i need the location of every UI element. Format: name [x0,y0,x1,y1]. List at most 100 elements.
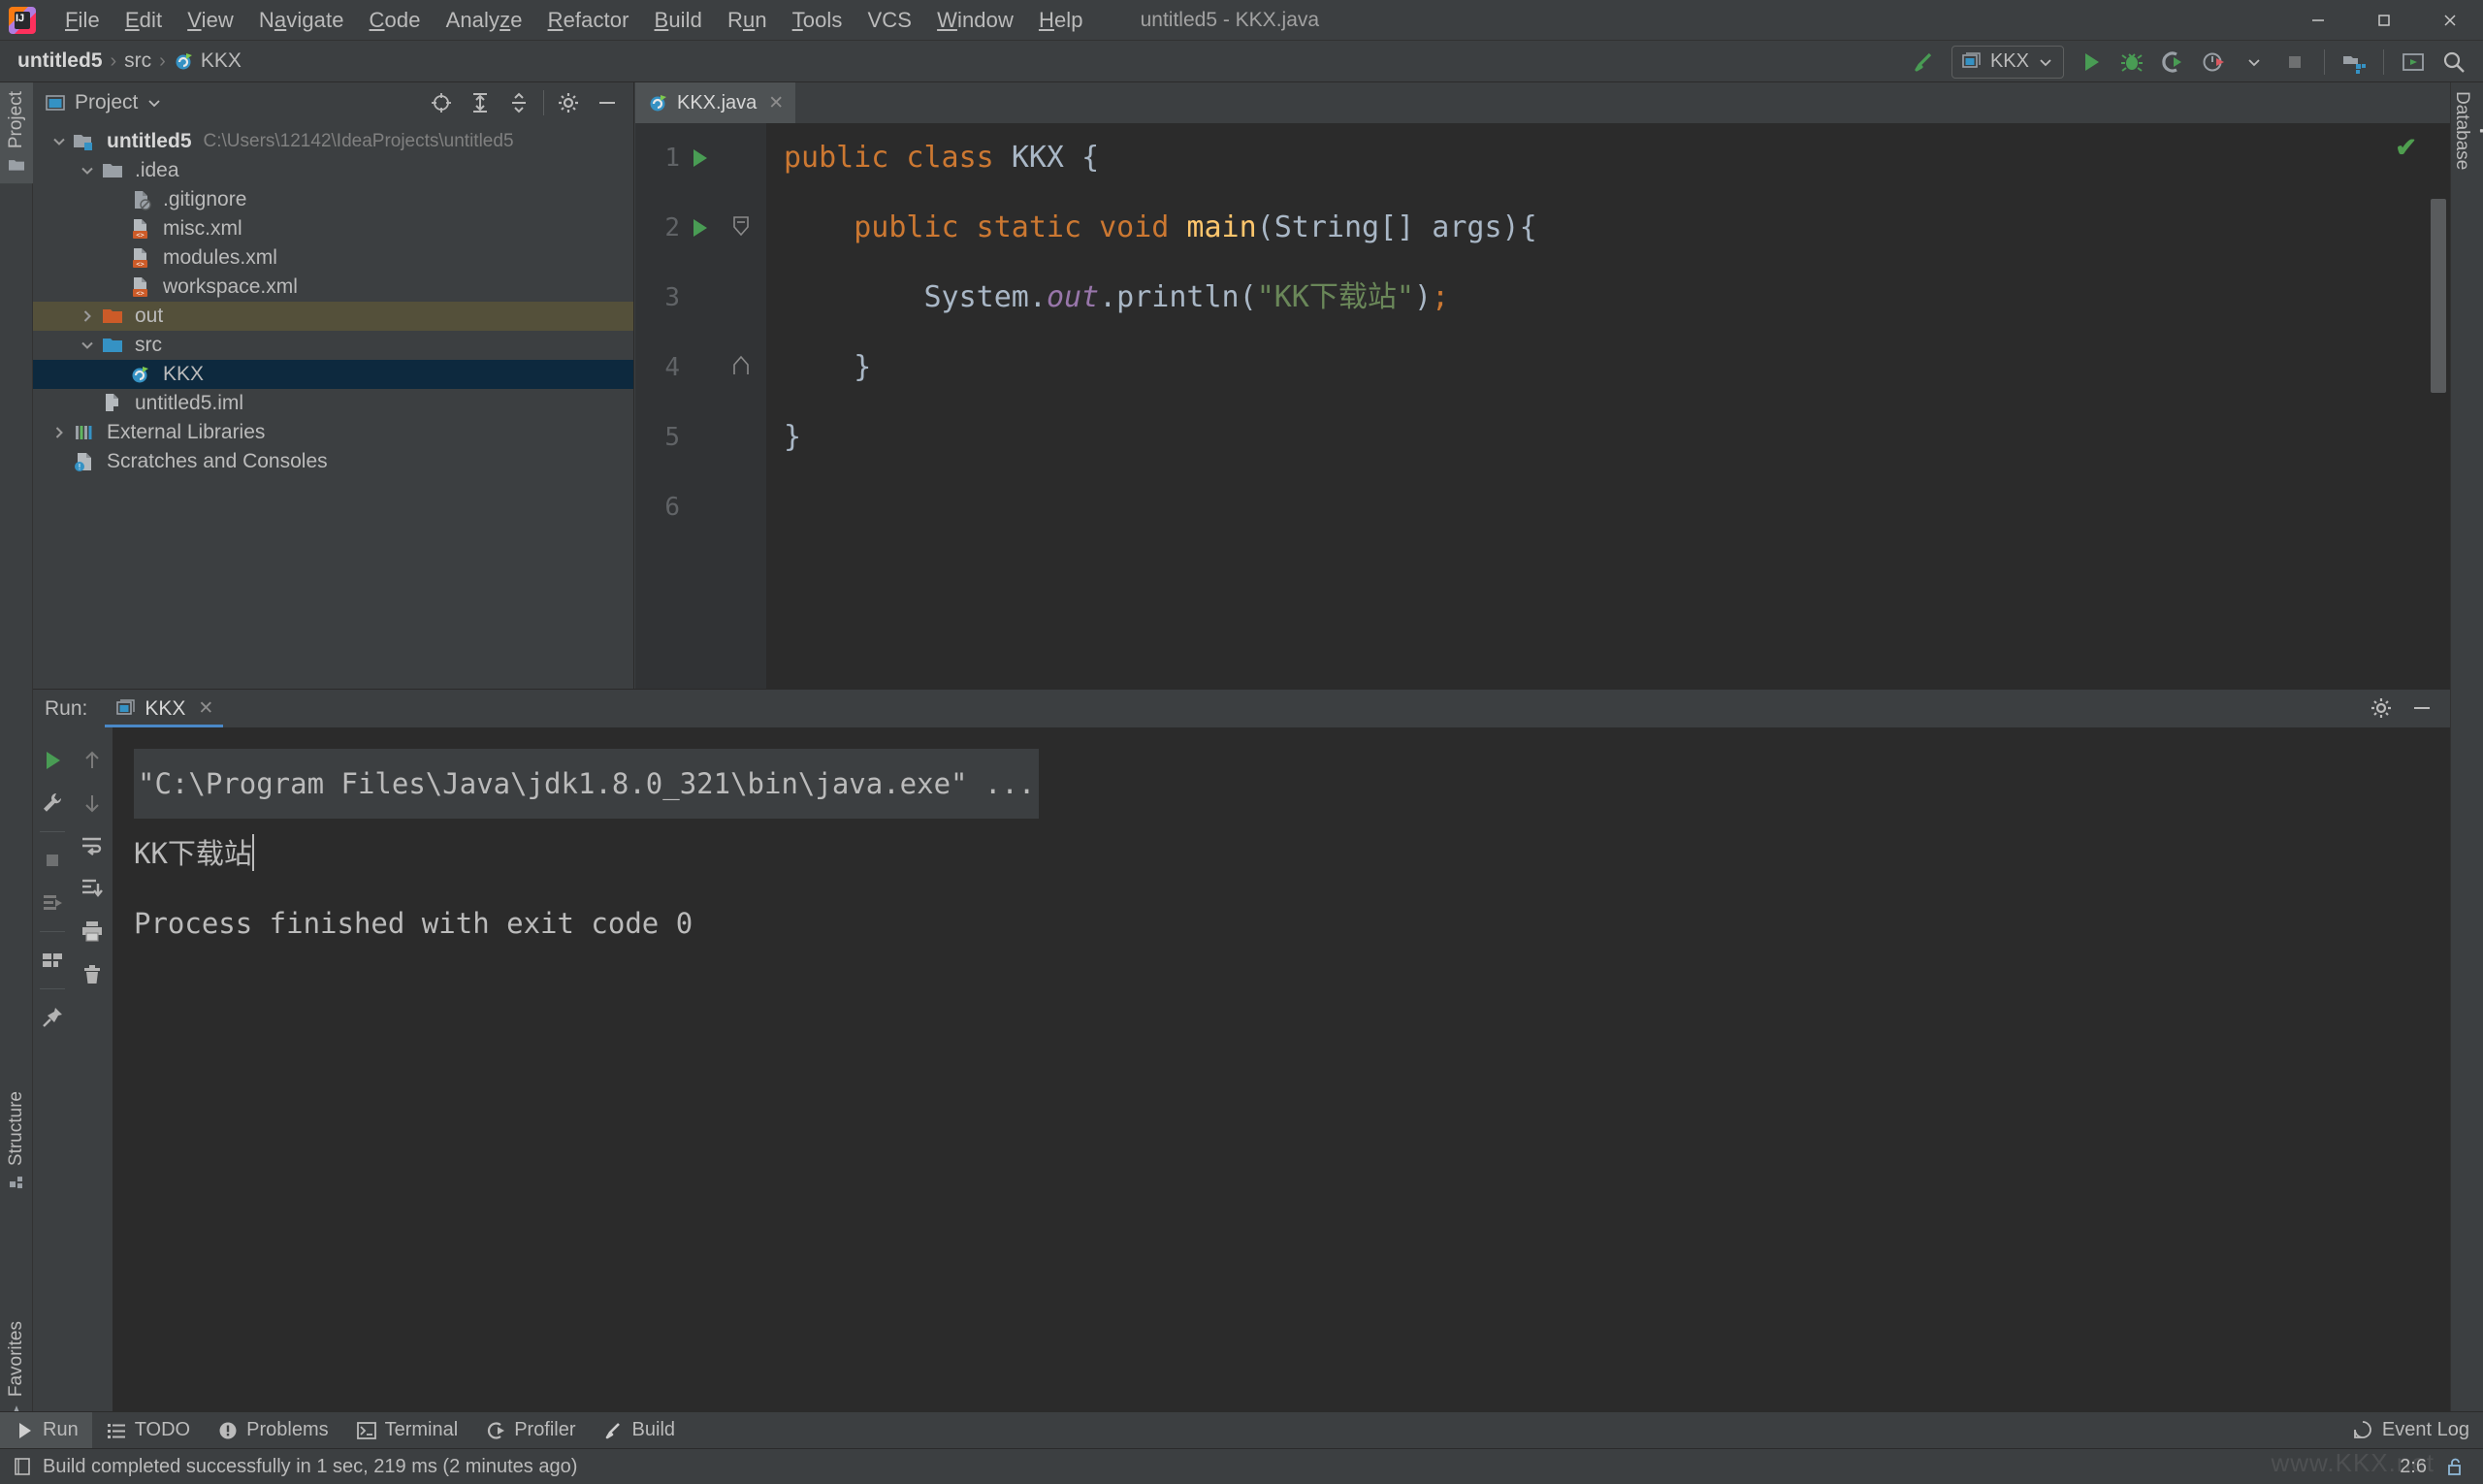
editor-scrollbar-thumb[interactable] [2431,199,2446,393]
project-tree[interactable]: untitled5C:\Users\12142\IdeaProjects\unt… [33,123,633,689]
rerun-icon[interactable] [34,739,71,782]
expand-all-icon[interactable] [462,86,499,119]
menu-item-code[interactable]: Code [357,4,434,37]
editor-gutter[interactable]: 123456 [635,123,766,689]
fold-start-icon[interactable] [719,211,762,244]
chevron-down-icon[interactable] [75,162,100,179]
tree-node-scratches-and-consoles[interactable]: !Scratches and Consoles [33,447,633,476]
run-configuration-selector[interactable]: KKX [1951,46,2064,79]
run-gutter-icon[interactable] [680,215,719,241]
tree-node-out[interactable]: out [33,302,633,331]
scroll-up-icon[interactable] [74,739,111,782]
close-button[interactable] [2417,0,2483,41]
stop-icon[interactable] [34,839,71,882]
gear-icon[interactable] [2363,692,2400,725]
tree-node-misc-xml[interactable]: <>misc.xml [33,214,633,243]
sidebar-tab-database[interactable]: Database [2451,82,2483,178]
search-icon[interactable] [2435,45,2473,80]
chevron-down-icon[interactable] [75,337,100,354]
toolwindow-button-terminal[interactable]: Terminal [342,1412,472,1449]
event-log-button[interactable]: Event Log [2352,1419,2469,1441]
tree-node-untitled5-iml[interactable]: untitled5.iml [33,389,633,418]
code-editor[interactable]: 123456 public class KKX { public static … [635,123,2450,689]
minimize-button[interactable] [2285,0,2351,41]
breadcrumb-item-untitled5[interactable]: untitled5 [12,48,109,75]
print-icon[interactable] [74,910,111,952]
hide-panel-icon[interactable] [589,86,626,119]
inspection-status-icon[interactable]: ✔ [2395,133,2417,163]
code-line-4[interactable]: } [784,333,2450,403]
code-line-1[interactable]: public class KKX { [784,123,2450,193]
dump-threads-icon[interactable] [34,882,71,924]
run-gutter-icon[interactable] [680,145,719,171]
menu-item-analyze[interactable]: Analyze [434,4,535,37]
menu-item-view[interactable]: View [175,4,246,37]
editor-tab-close-icon[interactable]: ✕ [768,92,784,114]
gutter-line-2[interactable]: 2 [635,193,766,263]
soft-wrap-icon[interactable] [74,824,111,867]
project-structure-icon[interactable] [2335,45,2373,80]
menu-item-tools[interactable]: Tools [780,4,855,37]
toolwindow-button-run[interactable]: Run [0,1412,92,1449]
menu-item-edit[interactable]: Edit [113,4,175,37]
locate-file-icon[interactable] [423,86,460,119]
tree-node-workspace-xml[interactable]: <>workspace.xml [33,273,633,302]
updates-icon[interactable] [2394,45,2433,80]
tree-node--idea[interactable]: .idea [33,156,633,185]
code-line-6[interactable] [784,472,2450,542]
fold-end-icon[interactable] [719,353,762,382]
tree-node-untitled5[interactable]: untitled5C:\Users\12142\IdeaProjects\unt… [33,127,633,156]
gutter-line-5[interactable]: 5 [635,403,766,472]
code-line-3[interactable]: System.out.println("KK下载站"); [784,263,2450,333]
gutter-line-6[interactable]: 6 [635,472,766,542]
edit-configuration-icon[interactable] [34,782,71,824]
toolwindow-button-profiler[interactable]: Profiler [471,1412,589,1449]
gutter-line-3[interactable]: 3 [635,263,766,333]
run-with-coverage-button[interactable] [2153,45,2192,80]
layout-icon[interactable] [34,939,71,982]
toolwindow-button-problems[interactable]: Problems [204,1412,341,1449]
chevron-down-icon[interactable] [47,133,72,150]
run-tab-close-icon[interactable]: ✕ [198,697,213,720]
menu-item-file[interactable]: File [52,4,113,37]
menu-item-help[interactable]: Help [1026,4,1096,37]
caret-position[interactable]: 2:6 [2400,1456,2427,1478]
chevron-right-icon[interactable] [47,424,72,441]
toolwindow-button-todo[interactable]: TODO [92,1412,204,1449]
breadcrumb-item-kkx[interactable]: KKX [168,48,247,75]
tree-node--gitignore[interactable]: .gitignore [33,185,633,214]
gear-icon[interactable] [550,86,587,119]
lock-open-icon[interactable] [2444,1456,2466,1477]
chevron-right-icon[interactable] [75,307,100,325]
menu-item-build[interactable]: Build [642,4,715,37]
gutter-line-4[interactable]: 4 [635,333,766,403]
stop-button[interactable] [2275,45,2314,80]
clear-all-icon[interactable] [74,952,111,995]
tree-node-src[interactable]: src [33,331,633,360]
debug-button[interactable] [2112,45,2151,80]
console-output[interactable]: "C:\Program Files\Java\jdk1.8.0_321\bin\… [113,727,2450,1434]
maximize-button[interactable] [2351,0,2417,41]
profile-button[interactable] [2194,45,2233,80]
menu-item-navigate[interactable]: Navigate [246,4,357,37]
project-panel-title-group[interactable]: Project [45,91,162,114]
scroll-down-icon[interactable] [74,782,111,824]
editor-tab-kkx-java[interactable]: KKX.java ✕ [635,82,795,123]
profile-dropdown-icon[interactable] [2235,45,2273,80]
menu-item-vcs[interactable]: VCS [855,4,925,37]
tree-node-modules-xml[interactable]: <>modules.xml [33,243,633,273]
run-button[interactable] [2072,45,2111,80]
code-line-5[interactable]: } [784,403,2450,472]
tree-node-external-libraries[interactable]: External Libraries [33,418,633,447]
breadcrumb-item-src[interactable]: src [118,48,157,75]
code-line-2[interactable]: public static void main(String[] args){ [784,193,2450,263]
menu-item-run[interactable]: Run [715,4,780,37]
hide-run-panel-icon[interactable] [2403,692,2440,725]
menu-item-window[interactable]: Window [924,4,1026,37]
collapse-all-icon[interactable] [500,86,537,119]
scroll-to-end-icon[interactable] [74,867,111,910]
build-hammer-icon[interactable] [1905,45,1944,80]
editor-scrollbar[interactable] [2425,164,2450,689]
code-text[interactable]: public class KKX { public static void ma… [766,123,2450,689]
sidebar-tab-structure[interactable]: Structure [0,1082,33,1201]
